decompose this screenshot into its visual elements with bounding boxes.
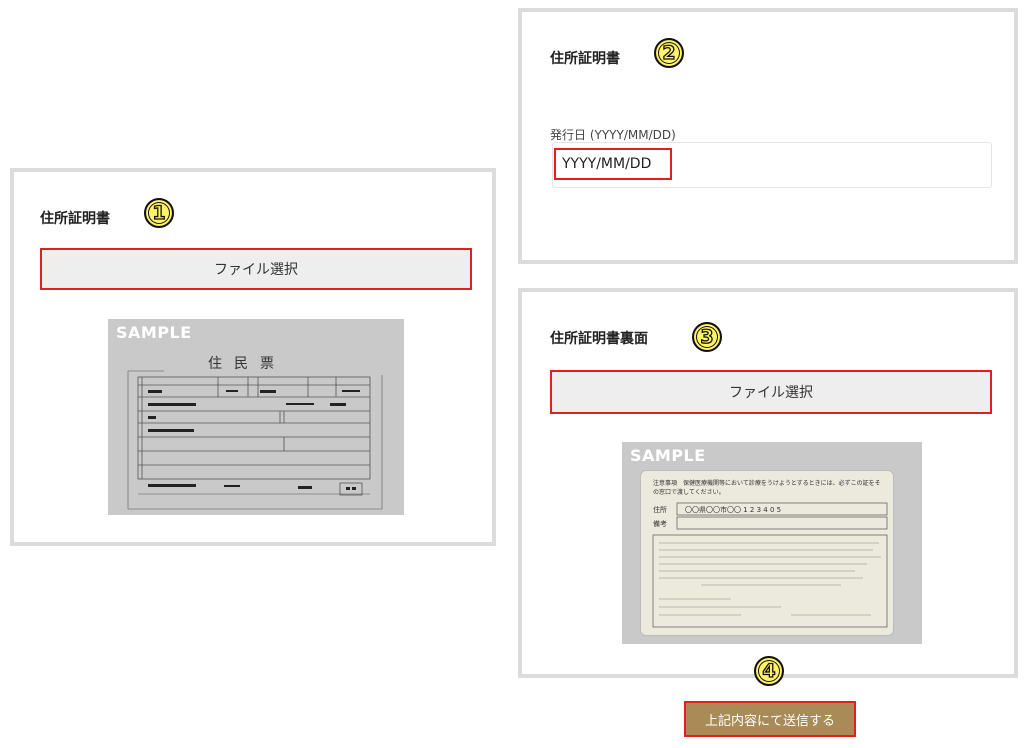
issue-date-input[interactable] [554, 148, 672, 180]
submit-button[interactable]: 上記内容にて送信する [684, 701, 856, 737]
step-2-badge-icon: 2 [654, 38, 684, 68]
sample-insurance-card-back-image: SAMPLE 注意事項 保健医療機関等において診療をうけようとするときには、必ず… [622, 442, 922, 644]
panel-title: 住所証明書 [40, 211, 110, 227]
panel-title: 住所証明書裏面 [550, 331, 648, 347]
step-4-badge-icon: 4 [754, 656, 784, 686]
panel-title: 住所証明書 [550, 51, 620, 67]
step-1-badge-icon: 1 [144, 198, 174, 228]
file-select-button[interactable]: ファイル選択 [40, 248, 472, 290]
insurance-card: 注意事項 保健医療機関等において診療をうけようとするときには、必ずこの証をその窓… [640, 470, 894, 636]
issue-date-panel: 住所証明書 2 発行日 (YYYY/MM/DD) [518, 8, 1018, 264]
issue-date-label: 発行日 (YYYY/MM/DD) [550, 128, 676, 142]
step-3-badge-icon: 3 [692, 322, 722, 352]
resident-record-form-graphic [127, 370, 383, 510]
sample-label: SAMPLE [630, 446, 706, 465]
file-select-button[interactable]: ファイル選択 [550, 370, 992, 414]
address-cert-back-panel: 住所証明書裏面 3 ファイル選択 SAMPLE 注意事項 保健医療機関等において… [518, 288, 1018, 678]
card-form-graphic [652, 502, 888, 628]
address-cert-front-panel: 住所証明書 1 ファイル選択 SAMPLE 住民票 [10, 168, 496, 546]
sample-resident-record-image: SAMPLE 住民票 [108, 319, 404, 515]
